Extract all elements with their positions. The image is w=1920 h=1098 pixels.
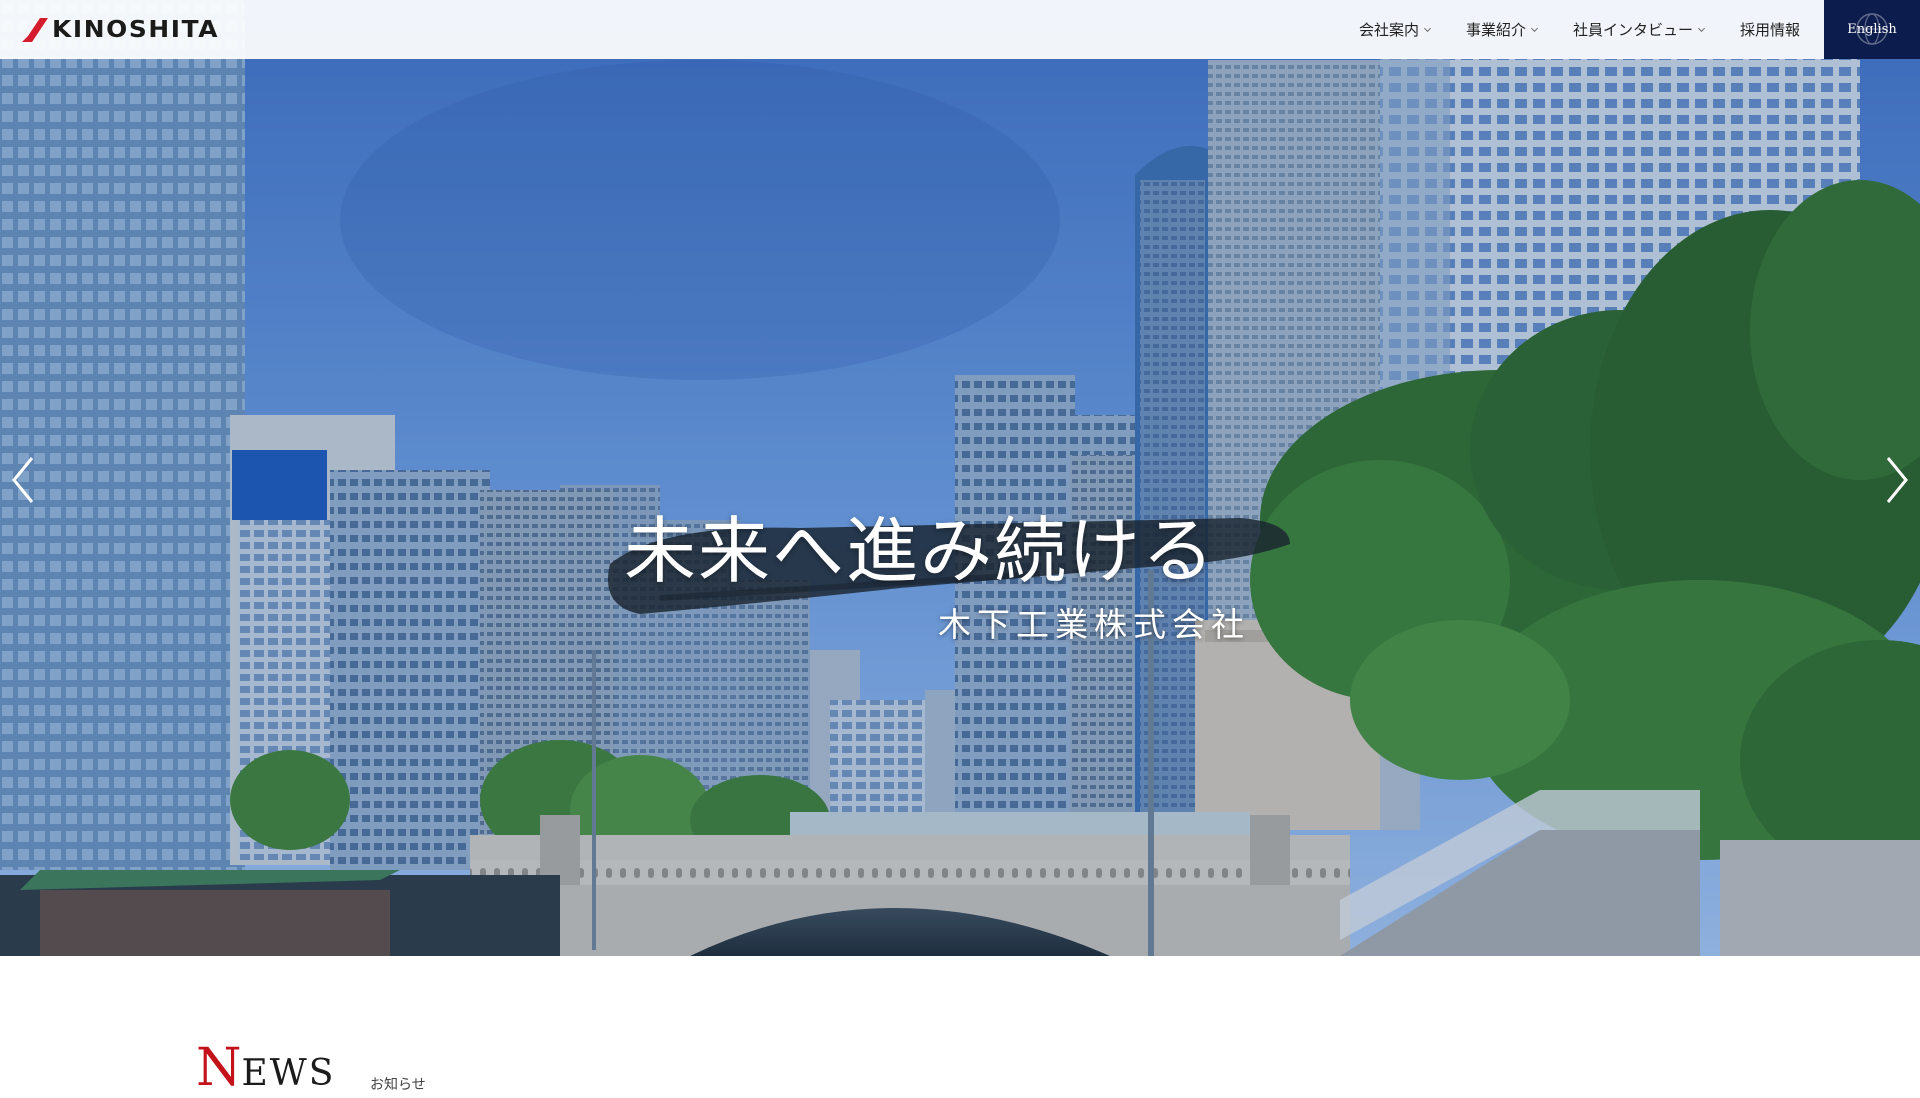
news-title-rest: EWS: [241, 1053, 336, 1094]
hero-company-name: 木下工業株式会社: [938, 605, 1250, 644]
main-nav: 会社案内 事業紹介 社員インタビュー 採用情報: [1325, 0, 1800, 59]
nav-item-label: 採用情報: [1739, 21, 1800, 39]
site-logo[interactable]: KINOSHITA: [20, 14, 218, 46]
logo-mark-icon: [22, 18, 48, 42]
nav-item-company[interactable]: 会社案内: [1359, 19, 1432, 40]
news-section-subtitle: お知らせ: [370, 1077, 426, 1093]
site-header: KINOSHITA 会社案内 事業紹介 社員インタビュー 採用情報 Englis…: [0, 0, 1920, 59]
chevron-down-icon: [1423, 27, 1431, 33]
nav-item-label: 社員インタビュー: [1572, 21, 1693, 39]
hero-headline: 未来へ進み続ける: [624, 509, 1217, 593]
arrow-right-icon: [1886, 457, 1908, 503]
slider-next-button[interactable]: [1876, 450, 1916, 510]
hero-slider: 未来へ進み続ける 木下工業株式会社: [0, 0, 1920, 956]
hero-background-image: [0, 0, 1920, 956]
nav-item-recruit[interactable]: 採用情報: [1740, 19, 1800, 40]
chevron-down-icon: [1697, 27, 1706, 33]
chevron-down-icon: [1530, 27, 1539, 33]
logo-text: KINOSHITA: [52, 16, 220, 43]
news-section-title: NEWS: [196, 1042, 335, 1094]
news-title-initial: N: [196, 1038, 242, 1098]
nav-item-business[interactable]: 事業紹介: [1466, 19, 1539, 40]
language-label: English: [1847, 22, 1897, 37]
arrow-left-icon: [12, 457, 34, 503]
language-english-button[interactable]: English: [1824, 0, 1920, 59]
nav-item-label: 会社案内: [1358, 21, 1419, 39]
slider-prev-button[interactable]: [4, 450, 44, 510]
nav-item-interview[interactable]: 社員インタビュー: [1573, 19, 1706, 40]
nav-item-label: 事業紹介: [1465, 21, 1526, 39]
